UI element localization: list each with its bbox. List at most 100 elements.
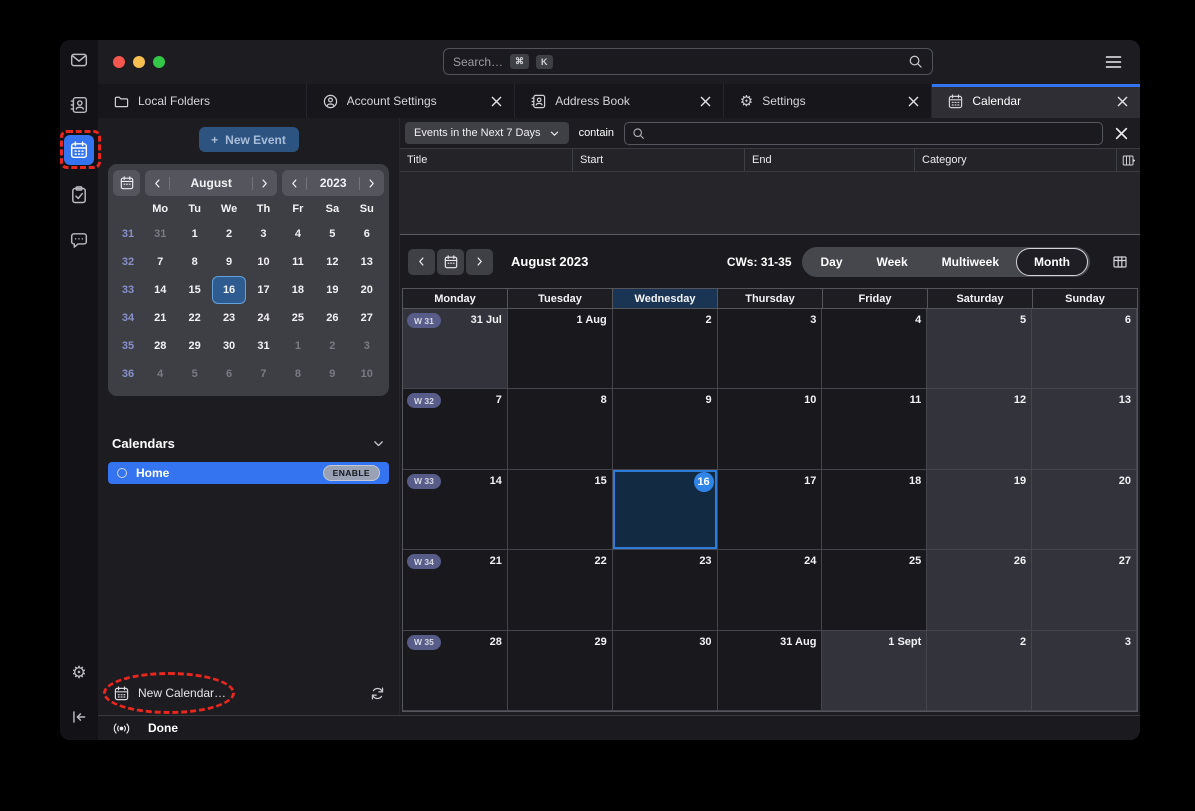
prev-year-chevron-icon[interactable] bbox=[289, 178, 300, 189]
minical-day-cell[interactable]: 35 bbox=[113, 332, 143, 360]
prev-chevron-icon[interactable] bbox=[408, 249, 435, 275]
month-day-cell[interactable]: 31 Aug bbox=[718, 631, 823, 711]
month-day-cell[interactable]: 2 bbox=[927, 631, 1032, 711]
sync-icon[interactable] bbox=[370, 686, 385, 701]
month-day-cell[interactable]: 16 bbox=[613, 470, 718, 550]
calendar-color-ring-icon[interactable] bbox=[117, 468, 127, 478]
calendar-list-item-home[interactable]: Home ENABLE bbox=[108, 462, 389, 484]
enable-badge[interactable]: ENABLE bbox=[323, 465, 380, 481]
tab-account-settings[interactable]: Account Settings bbox=[307, 84, 516, 118]
month-day-cell[interactable]: W 32 7 bbox=[403, 389, 508, 469]
minical-day-cell[interactable]: 8 bbox=[281, 360, 315, 388]
month-day-cell[interactable]: 9 bbox=[613, 389, 718, 469]
month-day-cell[interactable]: W 34 21 bbox=[403, 550, 508, 630]
month-day-cell[interactable]: 17 bbox=[718, 470, 823, 550]
minical-day-cell[interactable]: 8 bbox=[177, 248, 211, 276]
minical-day-cell[interactable]: 7 bbox=[143, 248, 177, 276]
minical-day-cell[interactable]: 31 bbox=[143, 220, 177, 248]
tab-local-folders[interactable]: Local Folders bbox=[98, 84, 307, 118]
close-tab-icon[interactable] bbox=[491, 96, 502, 107]
month-day-cell[interactable]: 10 bbox=[718, 389, 823, 469]
minical-day-cell[interactable]: 11 bbox=[281, 248, 315, 276]
minical-day-cell[interactable]: 26 bbox=[315, 304, 349, 332]
tab-address-book[interactable]: Address Book bbox=[515, 84, 724, 118]
event-search-field[interactable] bbox=[624, 122, 1103, 145]
month-day-cell[interactable]: 6 bbox=[1032, 309, 1137, 389]
month-day-cell[interactable]: 30 bbox=[613, 631, 718, 711]
minical-day-cell[interactable]: 5 bbox=[315, 220, 349, 248]
minical-day-cell[interactable]: 2 bbox=[315, 332, 349, 360]
month-day-cell[interactable]: 25 bbox=[822, 550, 927, 630]
minical-day-cell[interactable]: 6 bbox=[350, 220, 384, 248]
minical-day-cell[interactable]: 9 bbox=[212, 248, 246, 276]
minical-day-cell[interactable]: 34 bbox=[113, 304, 143, 332]
minical-day-cell[interactable]: 15 bbox=[177, 276, 211, 304]
minical-day-cell[interactable]: 4 bbox=[143, 360, 177, 388]
minical-day-cell[interactable]: 22 bbox=[177, 304, 211, 332]
month-day-cell[interactable]: W 35 28 bbox=[403, 631, 508, 711]
event-list-column-header[interactable]: Category bbox=[915, 149, 1117, 171]
minical-day-cell[interactable]: 4 bbox=[281, 220, 315, 248]
close-tab-icon[interactable] bbox=[700, 96, 711, 107]
month-day-cell[interactable]: 20 bbox=[1032, 470, 1137, 550]
minical-day-cell[interactable]: 5 bbox=[177, 360, 211, 388]
minical-day-cell[interactable]: 20 bbox=[350, 276, 384, 304]
collapse-icon[interactable] bbox=[64, 702, 94, 732]
minical-day-cell[interactable]: 36 bbox=[113, 360, 143, 388]
minical-day-cell[interactable]: 27 bbox=[350, 304, 384, 332]
month-day-cell[interactable]: 5 bbox=[927, 309, 1032, 389]
minical-day-cell[interactable]: 21 bbox=[143, 304, 177, 332]
month-day-cell[interactable]: 13 bbox=[1032, 389, 1137, 469]
new-event-button[interactable]: + New Event bbox=[199, 127, 299, 152]
minical-today-icon[interactable] bbox=[113, 170, 140, 196]
month-day-cell[interactable]: 19 bbox=[927, 470, 1032, 550]
view-tab[interactable]: Month bbox=[1016, 248, 1088, 276]
event-list-column-header[interactable]: End bbox=[745, 149, 915, 171]
next-year-chevron-icon[interactable] bbox=[366, 178, 377, 189]
close-tab-icon[interactable] bbox=[908, 96, 919, 107]
tasks-icon[interactable] bbox=[64, 180, 94, 210]
event-list-column-header[interactable]: Title bbox=[400, 149, 573, 171]
month-day-cell[interactable]: 15 bbox=[508, 470, 613, 550]
grid-options-icon[interactable] bbox=[1112, 254, 1128, 270]
minimize-window-button[interactable] bbox=[133, 56, 145, 68]
month-day-cell[interactable]: 12 bbox=[927, 389, 1032, 469]
minical-day-cell[interactable]: 28 bbox=[143, 332, 177, 360]
mail-icon[interactable] bbox=[64, 45, 94, 75]
minical-day-cell[interactable]: 10 bbox=[350, 360, 384, 388]
minical-day-cell[interactable]: 3 bbox=[246, 220, 280, 248]
close-filter-icon[interactable] bbox=[1113, 127, 1134, 140]
month-day-cell[interactable]: 4 bbox=[822, 309, 927, 389]
minical-day-cell[interactable]: 1 bbox=[281, 332, 315, 360]
month-day-cell[interactable]: 8 bbox=[508, 389, 613, 469]
month-day-cell[interactable]: 3 bbox=[1032, 631, 1137, 711]
month-day-cell[interactable]: 1 Aug bbox=[508, 309, 613, 389]
view-tab[interactable]: Week bbox=[860, 247, 925, 277]
minical-day-cell[interactable]: 33 bbox=[113, 276, 143, 304]
global-search-bar[interactable]: Search… ⌘ K bbox=[443, 48, 933, 75]
minical-day-cell[interactable]: 6 bbox=[212, 360, 246, 388]
close-window-button[interactable] bbox=[113, 56, 125, 68]
event-filter-dropdown[interactable]: Events in the Next 7 Days bbox=[405, 122, 569, 144]
view-tab[interactable]: Multiweek bbox=[925, 247, 1016, 277]
minical-day-cell[interactable]: 14 bbox=[143, 276, 177, 304]
minical-day-cell[interactable]: 7 bbox=[246, 360, 280, 388]
minical-day-cell[interactable]: 31 bbox=[113, 220, 143, 248]
minical-day-cell[interactable]: 12 bbox=[315, 248, 349, 276]
next-month-chevron-icon[interactable] bbox=[259, 178, 270, 189]
month-day-cell[interactable]: 22 bbox=[508, 550, 613, 630]
minical-day-cell[interactable]: 10 bbox=[246, 248, 280, 276]
chat-icon[interactable] bbox=[64, 225, 94, 255]
minical-day-cell[interactable]: 17 bbox=[246, 276, 280, 304]
month-day-cell[interactable]: W 31 31 Jul bbox=[403, 309, 508, 389]
today-calendar-icon[interactable] bbox=[437, 249, 464, 275]
minical-day-cell[interactable]: 2 bbox=[212, 220, 246, 248]
month-day-cell[interactable]: 1 Sept bbox=[822, 631, 927, 711]
tab-calendar[interactable]: Calendar bbox=[932, 84, 1140, 118]
new-calendar-row[interactable]: New Calendar… bbox=[98, 671, 399, 715]
month-day-cell[interactable]: W 33 14 bbox=[403, 470, 508, 550]
minical-day-cell[interactable]: 31 bbox=[246, 332, 280, 360]
minical-day-cell[interactable]: 24 bbox=[246, 304, 280, 332]
view-tab[interactable]: Day bbox=[804, 247, 860, 277]
event-search-input[interactable] bbox=[651, 126, 1095, 140]
